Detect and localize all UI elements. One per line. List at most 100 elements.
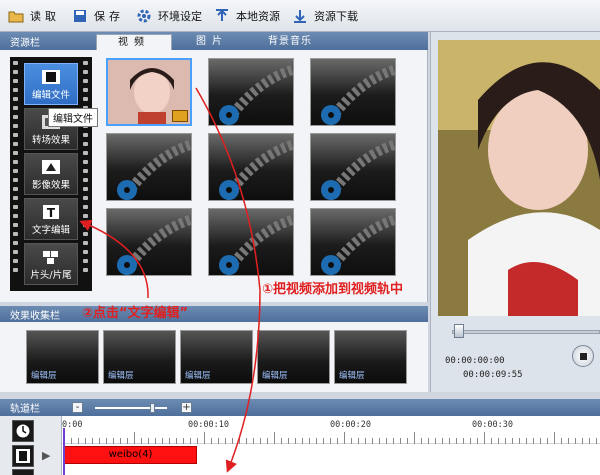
zoom-in-button[interactable]: + [181, 402, 192, 413]
empty-slot[interactable] [310, 208, 396, 276]
empty-slot[interactable] [208, 208, 294, 276]
intro-outro-icon [41, 248, 61, 265]
film-holes-right [83, 61, 89, 287]
folder-icon [8, 8, 24, 24]
ruler-tick [372, 438, 373, 444]
resource-download-button[interactable]: 资源下载 [292, 8, 358, 24]
ruler-tick [512, 438, 513, 444]
annotation-step-1: ①把视频添加到视频轨中 [262, 282, 404, 297]
ruler-tick [351, 438, 352, 444]
seek-bar[interactable] [440, 324, 600, 338]
zoom-slider-handle[interactable] [150, 403, 155, 413]
ruler-tick [218, 438, 219, 444]
ruler-tick [211, 438, 212, 444]
play-track-icon[interactable]: ▶ [42, 449, 50, 462]
effect-slot[interactable]: 编辑层 [180, 330, 253, 384]
ruler-tick [533, 438, 534, 444]
tab-picture[interactable]: 图片 [174, 34, 250, 50]
ruler-tick [400, 438, 401, 444]
empty-slot[interactable] [310, 58, 396, 126]
save-icon [72, 8, 88, 24]
ruler-tick [239, 438, 240, 444]
side-item-text-edit[interactable]: T 文字编辑 [24, 198, 78, 240]
timeline-title: 轨道栏 [10, 404, 40, 415]
ruler-tick [99, 438, 100, 444]
zoom-slider-track[interactable] [95, 407, 167, 409]
ruler-tick [421, 438, 422, 444]
zoom-out-button[interactable]: - [72, 402, 83, 413]
empty-slot[interactable] [208, 133, 294, 201]
ruler-tick [120, 438, 121, 444]
empty-slot[interactable] [106, 133, 192, 201]
stop-button[interactable] [572, 345, 594, 367]
ruler-tick [246, 438, 247, 444]
ruler-tick [386, 438, 387, 444]
local-resource-button[interactable]: 本地资源 [214, 8, 280, 24]
resource-panel-title: 资源栏 [10, 38, 40, 49]
film-reel-icon [219, 139, 293, 200]
effect-slot[interactable]: 编辑层 [26, 330, 99, 384]
film-reel-icon [219, 64, 293, 125]
empty-slot[interactable] [310, 133, 396, 201]
film-reel-icon [219, 214, 293, 275]
ruler-tick [92, 438, 93, 444]
open-button[interactable]: 读取 [8, 8, 60, 24]
save-button[interactable]: 保存 [72, 8, 124, 24]
ruler-tick [197, 438, 198, 444]
timeline-header: 轨道栏 [0, 399, 600, 416]
video-clip[interactable]: weibo(4) [64, 446, 197, 464]
tab-background-music[interactable]: 背景音乐 [252, 34, 328, 50]
side-item-edit-file[interactable]: 编辑文件 [24, 63, 78, 105]
ruler-tick [435, 438, 436, 444]
empty-slot[interactable] [106, 208, 192, 276]
ruler-tick [568, 438, 569, 444]
ruler-tick [407, 438, 408, 444]
preview-video-frame [438, 40, 600, 316]
effect-slot[interactable]: 编辑层 [257, 330, 330, 384]
ruler-tick [106, 438, 107, 444]
ruler-tick [379, 438, 380, 444]
video-thumbnail[interactable] [106, 58, 192, 126]
current-time: 00:00:00:00 [445, 356, 505, 366]
total-time: 00:00:09:55 [463, 370, 523, 380]
ruler-tick [365, 438, 366, 444]
ruler-tick [589, 438, 590, 444]
ruler-tick [316, 438, 317, 444]
effects-panel-title: 效果收集栏 [10, 311, 60, 322]
preview-screen [438, 40, 600, 316]
ruler-tick [554, 432, 555, 444]
film-reel-icon [117, 139, 191, 200]
video-track-icon [12, 445, 34, 467]
ruler-tick [155, 438, 156, 444]
playhead[interactable] [63, 428, 65, 475]
ruler-tick [309, 438, 310, 444]
ruler-tick [204, 432, 205, 444]
side-item-intro-outro[interactable]: 片头/片尾 [24, 243, 78, 285]
ruler-tick [162, 438, 163, 444]
ruler-tick [225, 438, 226, 444]
image-effect-icon [41, 158, 61, 175]
ruler-tick [302, 438, 303, 444]
seek-handle[interactable] [454, 324, 464, 338]
effect-slot[interactable]: 编辑层 [103, 330, 176, 384]
tab-video[interactable]: 视频 [96, 34, 172, 50]
settings-button[interactable]: 环境设定 [136, 8, 202, 24]
effect-slot[interactable]: 编辑层 [334, 330, 407, 384]
ruler-tick [134, 432, 135, 444]
ruler-tick [85, 438, 86, 444]
ruler-tick [337, 438, 338, 444]
gear-icon [136, 8, 152, 24]
seek-track[interactable] [452, 330, 600, 334]
ruler-tick [540, 438, 541, 444]
ruler-tick [274, 432, 275, 444]
ruler-tick [323, 438, 324, 444]
empty-slot[interactable] [208, 58, 294, 126]
upload-icon [214, 8, 230, 24]
ruler-tick [344, 432, 345, 444]
side-item-image-effect[interactable]: 影像效果 [24, 153, 78, 195]
film-reel-icon [321, 139, 395, 200]
ruler-tick [463, 438, 464, 444]
ruler-tick [358, 438, 359, 444]
ruler-tick [505, 438, 506, 444]
timeline-track-headers: ▶ [0, 416, 62, 475]
